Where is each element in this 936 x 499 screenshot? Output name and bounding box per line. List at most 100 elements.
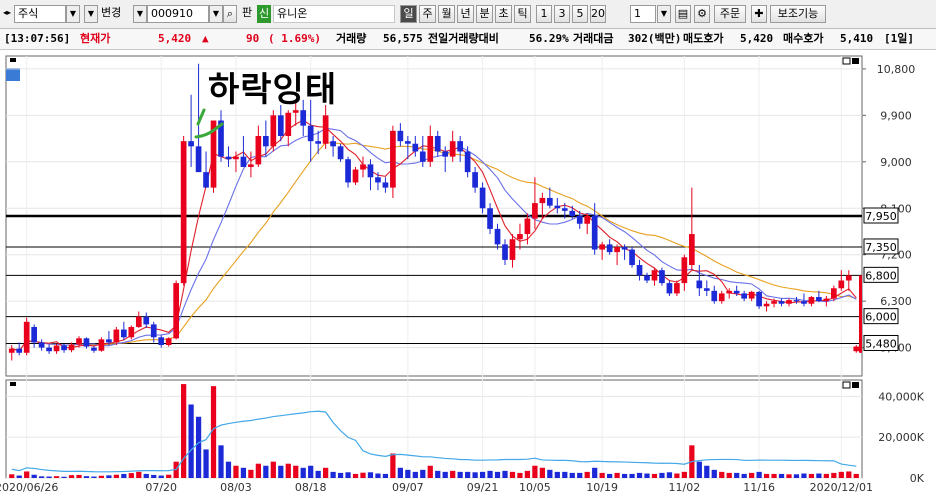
period-tab-monthly[interactable]: 월: [438, 5, 455, 23]
interval-button-1[interactable]: 1: [536, 5, 552, 23]
volume-bar: [636, 472, 643, 478]
period-tab-weekly[interactable]: 주: [419, 5, 436, 23]
search-icon[interactable]: ⌕: [223, 5, 237, 23]
volume-bar: [24, 471, 30, 478]
candle-body: [733, 290, 740, 294]
candle-body: [726, 290, 733, 294]
volume-bar: [644, 473, 650, 478]
volume-bar: [846, 471, 852, 478]
price-change-pct: ( 1.69%): [268, 32, 321, 45]
count-input[interactable]: 1: [630, 5, 656, 23]
candle-body: [449, 141, 456, 157]
volume-bar: [614, 472, 620, 478]
volume-bar: [412, 471, 418, 478]
volume-bar: [734, 472, 740, 478]
volume-bar: [741, 473, 747, 478]
change-label[interactable]: 변경: [98, 5, 132, 23]
gear-icon[interactable]: ⚙: [694, 5, 710, 23]
volume-bar: [420, 469, 426, 478]
candle-body: [46, 347, 52, 352]
volume-bar: [472, 472, 478, 478]
volume-bar: [479, 471, 486, 478]
volume-bar: [113, 474, 119, 478]
volume-bar: [397, 467, 403, 478]
period-tab-yearly[interactable]: 년: [457, 5, 474, 23]
volume-tick-label: 20,000K: [878, 431, 924, 444]
volume-bar: [554, 471, 560, 478]
count-dropdown-icon[interactable]: ▼: [657, 5, 671, 23]
candle-body: [756, 291, 762, 307]
volume-bar: [696, 461, 702, 478]
volume-bar: [158, 475, 164, 478]
candle-body: [502, 244, 508, 260]
price-change: 90: [246, 32, 260, 45]
volume-bar: [166, 474, 172, 478]
date-tick-label: 09/21: [467, 481, 499, 494]
period-tab-second[interactable]: 초: [495, 5, 512, 23]
candle-body: [31, 326, 37, 343]
code-list-dropdown-icon[interactable]: ▼: [209, 5, 223, 23]
code-dropdown-icon[interactable]: ▼: [133, 5, 147, 23]
candle-body: [143, 316, 150, 325]
volume-bar: [181, 384, 187, 478]
interval-button-5[interactable]: 5: [572, 5, 588, 23]
period-tab-daily[interactable]: 일: [400, 5, 417, 23]
pan-label[interactable]: 판: [239, 5, 255, 23]
volume-bar: [76, 474, 82, 478]
panel-marker-icon: [10, 382, 16, 386]
volume-bar: [203, 449, 209, 478]
assist-button[interactable]: 보조기능: [770, 5, 826, 23]
candle-body: [569, 210, 576, 216]
candle-body: [554, 205, 561, 209]
period-tab-minute[interactable]: 분: [476, 5, 493, 23]
volume-bar: [195, 416, 202, 478]
volume-bar: [53, 476, 60, 478]
market-select[interactable]: 주식: [14, 5, 66, 23]
stock-code-input[interactable]: 000910: [147, 5, 209, 23]
candle-body: [591, 216, 598, 250]
order-button[interactable]: 주문: [714, 5, 746, 23]
volume-bar: [726, 472, 732, 478]
candle-body: [106, 339, 112, 343]
save-icon[interactable]: ▤: [675, 5, 691, 23]
candle-body: [778, 301, 785, 304]
candle-body: [390, 130, 396, 188]
volume-bar: [83, 476, 90, 478]
volume-bar: [128, 473, 134, 478]
price-tick-label: 9,000: [880, 156, 912, 169]
date-tick-label: 08/18: [295, 481, 327, 494]
period-tab-tick[interactable]: 틱: [514, 5, 531, 23]
candle-body: [479, 187, 486, 209]
interval-button-20[interactable]: 20: [590, 5, 606, 23]
candle-body: [539, 197, 546, 204]
candle-body: [188, 141, 194, 147]
interval-button-3[interactable]: 3: [554, 5, 570, 23]
volume-bar: [719, 471, 725, 478]
bid-price: 5,410: [840, 32, 874, 45]
change-dropdown-icon[interactable]: ▼: [84, 5, 98, 23]
candle-body: [337, 146, 344, 160]
candlestick-chart[interactable]: 5,4006,3007,2008,1009,0009,90010,8000K20…: [0, 50, 936, 496]
volume-bar: [704, 465, 710, 478]
candle-body: [621, 246, 628, 250]
market-dropdown-icon[interactable]: ▼: [66, 5, 80, 23]
quote-bar: [13:07:56] 현재가 5,420 ▲ 90 ( 1.69%) 거래량 5…: [0, 29, 936, 50]
volume-bar: [270, 461, 276, 478]
candle-body: [659, 270, 665, 284]
minimize-icon: [842, 381, 851, 389]
candle-body: [195, 146, 202, 173]
plus-icon[interactable]: ✚: [751, 5, 767, 23]
candle-body: [173, 283, 179, 339]
chart-area[interactable]: 5,4006,3007,2008,1009,0009,90010,8000K20…: [0, 50, 936, 496]
volume-bar: [143, 473, 149, 478]
date-tick-label: 07/20: [145, 481, 177, 494]
support-label: 7,350: [865, 241, 897, 254]
volume-bar: [450, 470, 456, 478]
candle-body: [793, 300, 800, 302]
candle-body: [427, 136, 434, 162]
volume-bar: [293, 465, 299, 478]
volume-bar: [390, 453, 396, 478]
candle-body: [352, 169, 359, 183]
nav-arrows-icon[interactable]: ◂▸: [2, 5, 12, 23]
volume-bar: [255, 463, 261, 478]
